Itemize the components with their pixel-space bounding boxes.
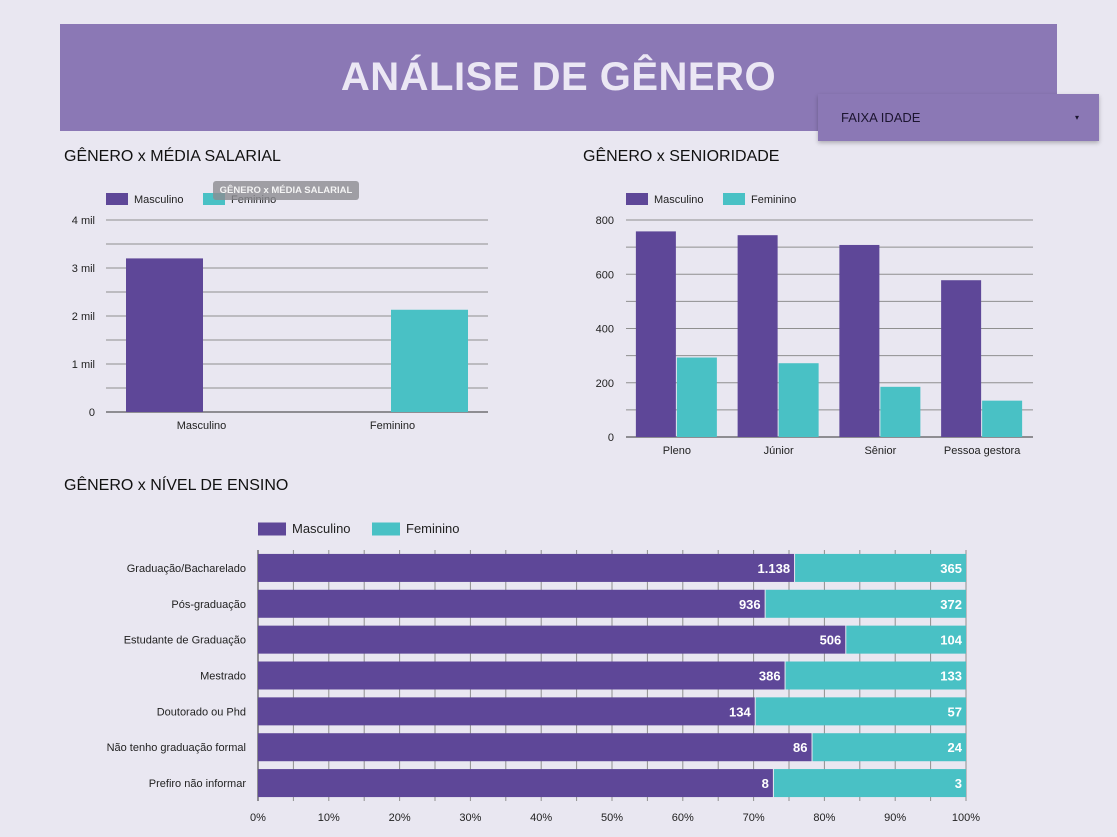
- data-label-masculino: 8: [762, 776, 769, 791]
- bar-masculino: [258, 661, 785, 690]
- data-label-masculino: 936: [739, 597, 761, 612]
- data-label-masculino: 134: [729, 704, 751, 719]
- legend-label-masculino: Masculino: [292, 521, 351, 536]
- x-tick-label: 60%: [672, 812, 694, 824]
- bar-feminino: [773, 769, 966, 798]
- x-tick-label: 40%: [530, 812, 552, 824]
- x-tick-label: 50%: [601, 812, 623, 824]
- y-tick-label: Graduação/Bacharelado: [127, 563, 246, 575]
- data-label-feminino: 24: [948, 740, 963, 755]
- x-tick-label: 80%: [813, 812, 835, 824]
- chart-tooltip: GÊNERO x MÉDIA SALARIAL: [213, 181, 359, 200]
- bar-masculino: [258, 625, 846, 654]
- x-tick-label: 0%: [250, 812, 266, 824]
- x-tick-label: 20%: [389, 812, 411, 824]
- x-tick-label: 90%: [884, 812, 906, 824]
- bar-feminino: [785, 661, 966, 690]
- y-tick-label: Prefiro não informar: [149, 778, 247, 790]
- y-tick-label: Estudante de Graduação: [124, 635, 246, 647]
- data-label-masculino: 506: [820, 633, 842, 648]
- data-label-feminino: 3: [955, 776, 962, 791]
- x-tick-label: 30%: [459, 812, 481, 824]
- bar-masculino: [258, 697, 755, 726]
- y-tick-label: Pós-graduação: [171, 599, 246, 611]
- x-tick-label: 10%: [318, 812, 340, 824]
- data-label-feminino: 57: [948, 704, 962, 719]
- legend-label-feminino: Feminino: [406, 521, 459, 536]
- bar-masculino: [258, 553, 795, 582]
- data-label-feminino: 365: [940, 561, 962, 576]
- bar-masculino: [258, 733, 812, 762]
- bar-masculino: [258, 589, 765, 618]
- legend-swatch-masculino: [258, 522, 286, 536]
- y-tick-label: Não tenho graduação formal: [107, 742, 246, 754]
- data-label-masculino: 86: [793, 740, 807, 755]
- legend-swatch-feminino: [372, 522, 400, 536]
- bar-feminino: [812, 733, 966, 762]
- data-label-masculino: 1.138: [758, 561, 791, 576]
- education-chart: 0% 10% 20% 30% 40% 50% 60% 70% 80% 90% 100% Graduaç…: [107, 521, 981, 824]
- x-tick-label: 70%: [743, 812, 765, 824]
- data-label-masculino: 386: [759, 669, 781, 684]
- x-tick-label: 100%: [952, 812, 980, 824]
- data-label-feminino: 133: [940, 669, 962, 684]
- data-label-feminino: 372: [940, 597, 962, 612]
- data-label-feminino: 104: [940, 633, 962, 648]
- y-tick-label: Mestrado: [200, 671, 246, 683]
- bar-masculino: [258, 769, 773, 798]
- bar-feminino: [755, 697, 966, 726]
- bar-feminino: [765, 589, 966, 618]
- y-tick-label: Doutorado ou Phd: [157, 706, 246, 718]
